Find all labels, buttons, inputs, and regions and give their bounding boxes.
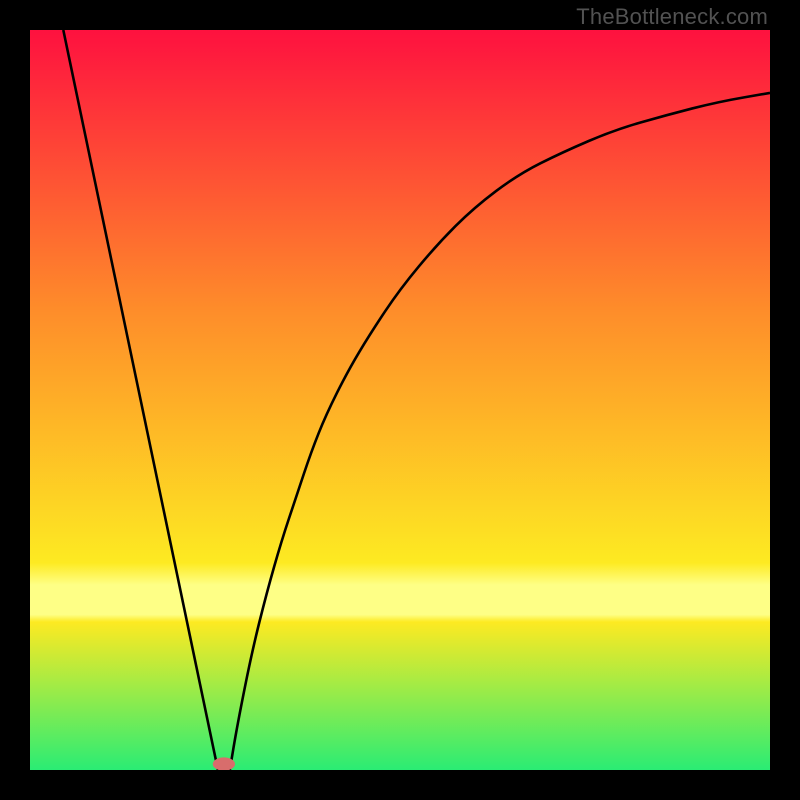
chart-frame: TheBottleneck.com [0, 0, 800, 800]
plot-area [30, 30, 770, 770]
watermark-text: TheBottleneck.com [576, 4, 768, 30]
chart-svg [30, 30, 770, 770]
